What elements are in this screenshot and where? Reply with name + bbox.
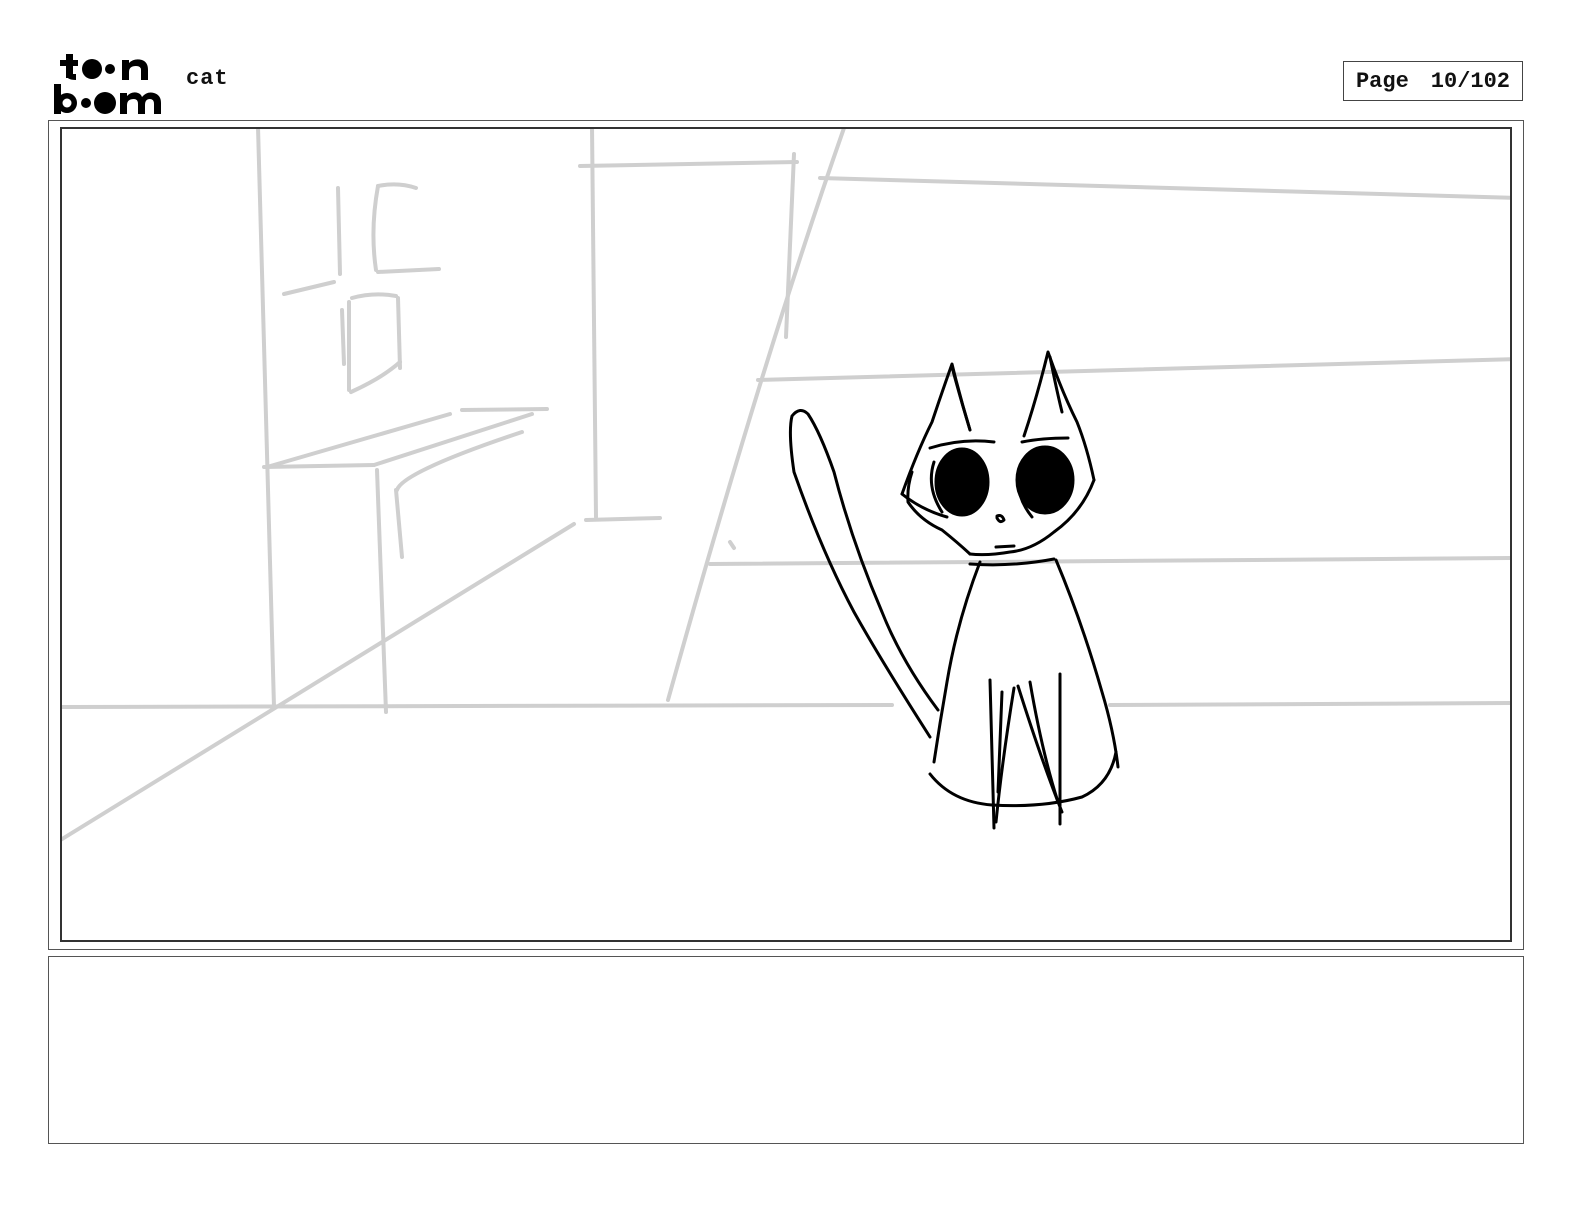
logo-text-line1: toon	[50, 50, 53, 51]
background-sketch-lines	[62, 129, 1510, 842]
sketch-drawing	[62, 129, 1510, 842]
page-indicator: Page 10/102	[1343, 61, 1523, 101]
page-label: Page	[1355, 68, 1409, 94]
toon-boom-logo: toon boom	[50, 50, 166, 114]
storyboard-header: toon boom cat Page 10/102	[0, 0, 1584, 120]
logo-text-line2: boom	[50, 50, 53, 51]
project-title: cat	[186, 66, 229, 91]
panel-notes-box[interactable]	[48, 956, 1524, 1144]
cat-character-sketch	[788, 350, 1120, 830]
page-number: 10/102	[1430, 68, 1511, 94]
panel-image	[60, 127, 1512, 942]
